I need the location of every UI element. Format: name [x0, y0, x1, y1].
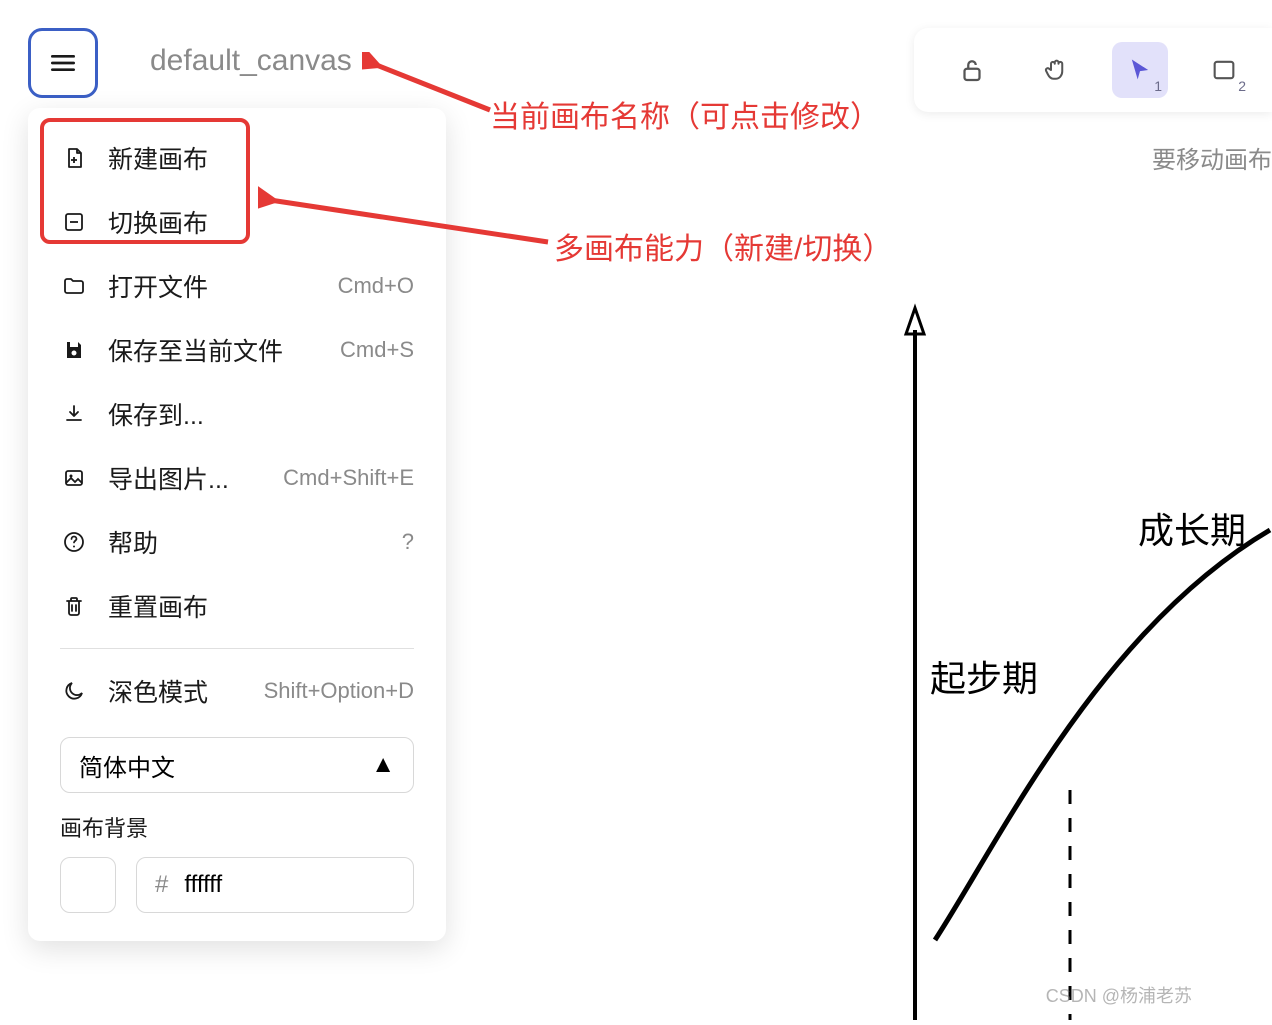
save-icon [60, 336, 88, 364]
menu-help-shortcut: ? [402, 529, 414, 555]
menu-reset-canvas-label: 重置画布 [108, 588, 208, 624]
menu-save-current-label: 保存至当前文件 [108, 332, 283, 368]
menu-export-image-label: 导出图片... [108, 460, 229, 496]
rectangle-tool[interactable]: 2 [1196, 42, 1252, 98]
move-canvas-hint: 要移动画布 [1152, 140, 1272, 175]
menu-export-image[interactable]: 导出图片... Cmd+Shift+E [28, 446, 446, 510]
menu-help[interactable]: 帮助 ? [28, 510, 446, 574]
switch-canvas-icon [60, 208, 88, 236]
folder-icon [60, 272, 88, 300]
menu-divider [60, 648, 414, 649]
menu-reset-canvas[interactable]: 重置画布 [28, 574, 446, 638]
canvas-label-growth: 成长期 [1138, 502, 1246, 554]
menu-save-current-shortcut: Cmd+S [340, 337, 414, 363]
image-icon [60, 464, 88, 492]
menu-export-image-shortcut: Cmd+Shift+E [283, 465, 414, 491]
hamburger-icon [47, 47, 79, 79]
lock-tool[interactable] [944, 42, 1000, 98]
canvas-name-input[interactable]: default_canvas [150, 44, 352, 78]
menu-new-canvas[interactable]: 新建画布 [28, 126, 446, 190]
menu-dark-mode-label: 深色模式 [108, 673, 208, 709]
pointer-icon [1126, 56, 1154, 84]
main-menu-dropdown: 新建画布 切换画布 打开文件 Cmd+O 保存至当前文件 Cmd+S 保存到..… [28, 108, 446, 941]
help-icon [60, 528, 88, 556]
toolbar: 1 2 [914, 28, 1272, 112]
moon-icon [60, 677, 88, 705]
menu-dark-mode-shortcut: Shift+Option+D [264, 678, 414, 704]
pointer-tool-badge: 1 [1154, 78, 1162, 94]
file-plus-icon [60, 144, 88, 172]
canvas-bg-label: 画布背景 [60, 811, 414, 843]
menu-help-label: 帮助 [108, 524, 158, 560]
rectangle-icon [1210, 56, 1238, 84]
menu-open-file[interactable]: 打开文件 Cmd+O [28, 254, 446, 318]
menu-button[interactable] [28, 28, 98, 98]
menu-open-file-label: 打开文件 [108, 268, 208, 304]
canvas-drawing[interactable]: 成长期 起步期 [800, 280, 1272, 1020]
language-select-value: 简体中文 [79, 748, 175, 783]
hand-icon [1041, 55, 1071, 85]
hex-value: ffffff [184, 871, 222, 899]
trash-icon [60, 592, 88, 620]
canvas-bg-hex-input[interactable]: # ffffff [136, 857, 414, 913]
menu-open-file-shortcut: Cmd+O [338, 273, 414, 299]
hand-tool[interactable] [1028, 42, 1084, 98]
menu-new-canvas-label: 新建画布 [108, 140, 208, 176]
menu-save-to[interactable]: 保存到... [28, 382, 446, 446]
annotation-canvas-name: 当前画布名称（可点击修改） [490, 92, 880, 136]
rectangle-tool-badge: 2 [1238, 78, 1246, 94]
lock-open-icon [957, 55, 987, 85]
pointer-tool[interactable]: 1 [1112, 42, 1168, 98]
download-icon [60, 400, 88, 428]
canvas-bg-swatch[interactable] [60, 857, 116, 913]
menu-switch-canvas[interactable]: 切换画布 [28, 190, 446, 254]
menu-save-to-label: 保存到... [108, 396, 204, 432]
canvas-label-start: 起步期 [930, 650, 1038, 702]
annotation-multi-canvas: 多画布能力（新建/切换） [554, 224, 892, 268]
menu-dark-mode[interactable]: 深色模式 Shift+Option+D [28, 659, 446, 723]
menu-switch-canvas-label: 切换画布 [108, 204, 208, 240]
language-select[interactable]: 简体中文 ▲ [60, 737, 414, 793]
chevron-up-icon: ▲ [371, 751, 395, 779]
hex-prefix: # [155, 871, 168, 899]
menu-save-current[interactable]: 保存至当前文件 Cmd+S [28, 318, 446, 382]
watermark: CSDN @杨浦老苏 [1046, 982, 1192, 1008]
